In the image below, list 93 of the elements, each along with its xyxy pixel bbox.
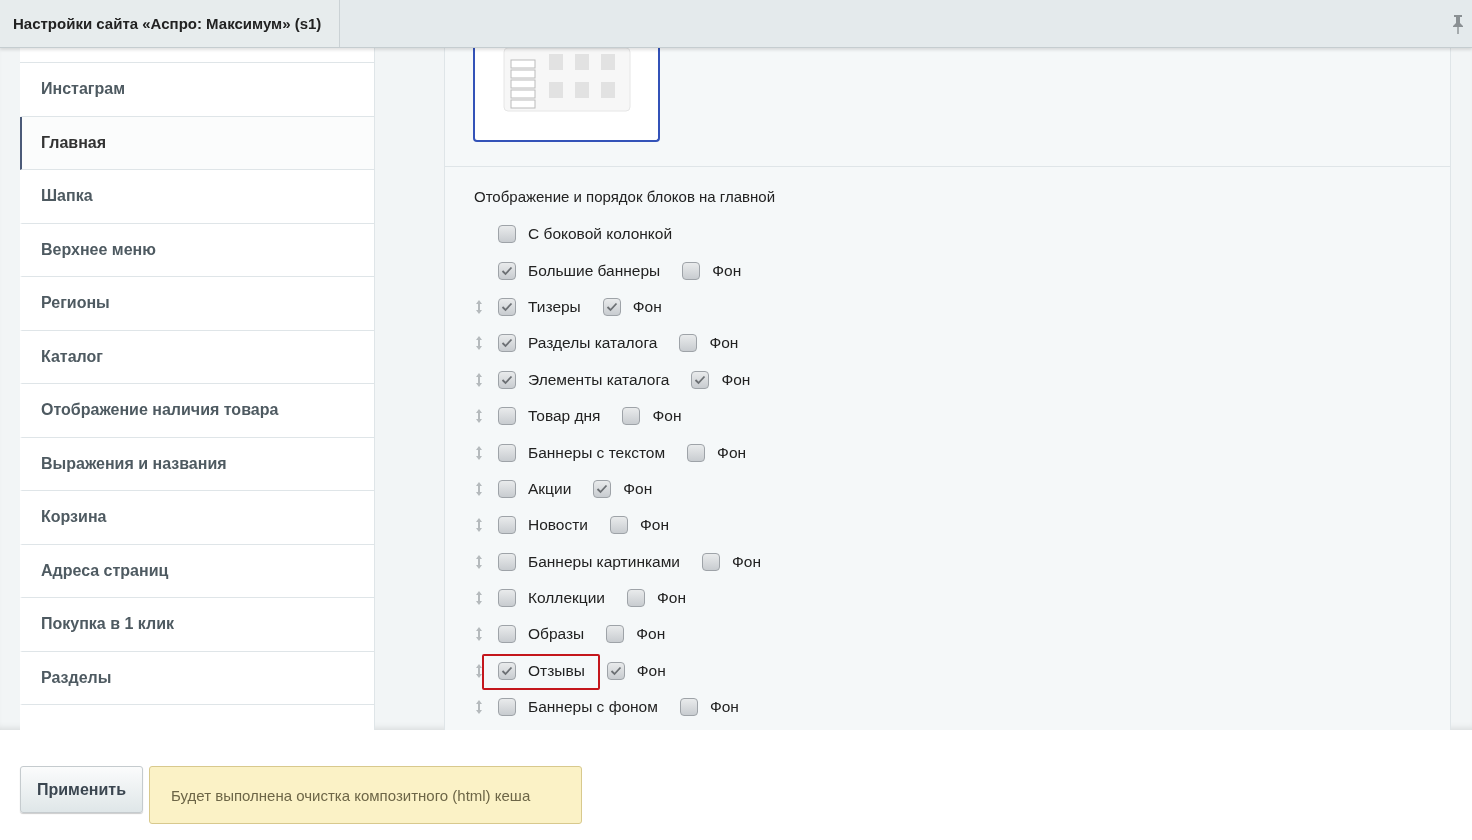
checkbox[interactable]	[606, 625, 625, 644]
checkbox[interactable]	[682, 261, 701, 280]
checkbox-label: С боковой колонкой	[528, 225, 673, 244]
sidebar-item[interactable]: Шапка	[20, 170, 375, 224]
apply-button[interactable]: Применить	[20, 766, 143, 813]
checkbox[interactable]	[627, 589, 645, 608]
checkbox[interactable]	[498, 516, 516, 535]
section-title: Отображение и порядок блоков на главной	[474, 187, 777, 207]
checkbox[interactable]	[498, 479, 516, 498]
drag-handle-icon[interactable]	[474, 590, 484, 607]
checkbox[interactable]	[498, 661, 516, 680]
checkbox-label: Коллекции	[528, 589, 605, 608]
checkbox-label: Образы	[528, 625, 585, 644]
checkbox-label: Фон	[712, 261, 742, 280]
checkmark-icon	[609, 665, 622, 676]
checkmark-icon	[501, 338, 513, 349]
checkmark-icon	[694, 374, 707, 385]
checkbox[interactable]	[498, 370, 516, 389]
checkmark-icon	[596, 483, 609, 494]
checkbox[interactable]	[498, 407, 516, 426]
sidebar-item[interactable]: Верхнее меню	[20, 223, 375, 277]
drag-handle-icon[interactable]	[474, 553, 484, 570]
checkbox[interactable]	[498, 625, 516, 644]
checkmark-icon	[501, 265, 513, 276]
checkbox-label: Элементы каталога	[528, 370, 670, 389]
drag-handle-icon[interactable]	[474, 662, 484, 679]
checkbox-label: Фон	[636, 661, 666, 680]
sidebar-item[interactable]: Выражения и названия	[20, 437, 375, 491]
checkbox-label: Фон	[657, 589, 686, 608]
checkbox[interactable]	[691, 370, 710, 389]
sidebar-item[interactable]: Инстаграм	[20, 63, 375, 117]
window-tab[interactable]: Настройки сайта «Аспро: Максимум» (s1)	[0, 0, 341, 47]
drag-handle-icon[interactable]	[474, 371, 484, 388]
checkbox-label: Фон	[717, 443, 747, 462]
sidebar-item[interactable]: Регионы	[20, 277, 375, 331]
drag-handle-icon[interactable]	[474, 517, 484, 534]
drag-handle-icon[interactable]	[474, 408, 484, 425]
pin-icon[interactable]	[1452, 13, 1464, 34]
checkbox[interactable]	[498, 297, 516, 316]
checkbox-label: Фон	[640, 516, 669, 535]
drag-handle-icon[interactable]	[474, 298, 484, 315]
checkbox[interactable]	[498, 334, 516, 353]
checkbox[interactable]	[679, 334, 698, 353]
drag-handle-icon[interactable]	[474, 335, 484, 352]
drag-handle-icon[interactable]	[474, 480, 484, 497]
checkbox-label: Товар дня	[528, 407, 601, 426]
sidebar-item[interactable]: Покупка в 1 клик	[20, 598, 375, 652]
drag-handle-icon[interactable]	[474, 626, 484, 643]
sidebar-item[interactable]: Отображение наличия товара	[20, 384, 375, 438]
checkbox-label: Фон	[636, 625, 666, 644]
checkmark-icon	[605, 301, 618, 312]
checkbox[interactable]	[606, 661, 625, 680]
checkbox[interactable]	[498, 225, 516, 244]
checkbox-label: Баннеры с фоном	[528, 698, 658, 717]
checkbox[interactable]	[498, 261, 516, 280]
checkmark-icon	[501, 665, 513, 676]
checkbox[interactable]	[622, 407, 641, 426]
checkbox[interactable]	[610, 516, 628, 535]
checkbox-label: Отзывы	[528, 661, 585, 680]
sidebar-item[interactable]: Каталог	[20, 330, 375, 384]
drag-handle-icon[interactable]	[474, 444, 484, 461]
checkbox[interactable]	[679, 698, 698, 717]
sidebar-item[interactable]: Разделы	[20, 651, 375, 705]
drag-handle-icon[interactable]	[474, 699, 484, 716]
checkbox[interactable]	[687, 443, 706, 462]
checkbox-label: Фон	[632, 297, 662, 316]
checkbox-label: Фон	[623, 479, 653, 498]
checkbox[interactable]	[702, 552, 720, 571]
sidebar-item[interactable]: Корзина	[20, 491, 375, 545]
checkbox-label: Большие баннеры	[528, 261, 661, 280]
checkbox-label: Баннеры картинками	[528, 552, 680, 571]
checkbox-label: Тизеры	[528, 297, 581, 316]
sidebar-item[interactable]: Главная	[20, 116, 375, 170]
checkbox[interactable]	[498, 698, 516, 717]
checkbox-label: Акции	[528, 479, 572, 498]
checkbox-label: Фон	[709, 334, 739, 353]
layout-preview[interactable]	[473, 48, 660, 142]
checkbox-label: Баннеры с текстом	[528, 443, 666, 462]
checkbox-label: Фон	[652, 407, 682, 426]
cache-notice: Будет выполнена очистка композитного (html) кеша	[149, 766, 582, 824]
checkmark-icon	[501, 374, 513, 385]
checkbox-label: Новости	[528, 516, 588, 535]
checkbox[interactable]	[498, 552, 516, 571]
checkbox-label: Фон	[709, 698, 739, 717]
checkbox[interactable]	[602, 297, 621, 316]
checkbox[interactable]	[498, 443, 516, 462]
checkbox-label: Разделы каталога	[528, 334, 658, 353]
checkbox[interactable]	[593, 479, 612, 498]
sidebar-item[interactable]: Адреса страниц	[20, 544, 375, 598]
checkbox-label: Фон	[721, 370, 751, 389]
checkbox[interactable]	[498, 589, 516, 608]
checkbox-label: Фон	[732, 552, 761, 571]
checkmark-icon	[501, 301, 513, 312]
